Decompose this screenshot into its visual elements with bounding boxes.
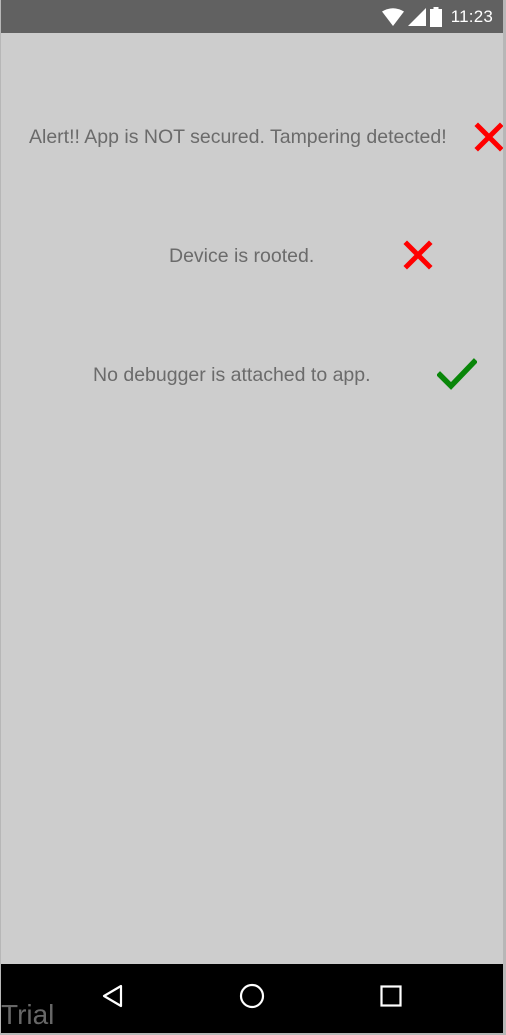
navigation-bar: Trial <box>1 964 503 1033</box>
trial-watermark: Trial <box>1 999 55 1030</box>
back-button[interactable] <box>93 978 133 1018</box>
app-screen: 11:23 Alert!! App is NOT secured. Tamper… <box>1 0 503 1033</box>
debugger-check-row: No debugger is attached to app. <box>93 357 371 393</box>
status-icons: 11:23 <box>381 5 493 29</box>
back-icon <box>101 984 125 1013</box>
green-check-icon <box>437 358 477 390</box>
wifi-icon <box>381 8 404 26</box>
recents-icon <box>380 984 402 1012</box>
red-x-icon <box>403 240 433 270</box>
recents-button[interactable] <box>371 978 411 1018</box>
home-icon <box>239 983 265 1014</box>
status-time: 11:23 <box>450 7 493 26</box>
cell-signal-icon <box>407 8 426 26</box>
debugger-check-text: No debugger is attached to app. <box>93 363 371 386</box>
root-check-row: Device is rooted. <box>169 238 314 274</box>
status-bar: 11:23 <box>1 0 503 33</box>
red-x-icon <box>474 122 503 152</box>
battery-icon <box>429 7 442 27</box>
home-button[interactable] <box>232 978 272 1018</box>
security-check-list: Alert!! App is NOT secured. Tampering de… <box>1 33 503 964</box>
tamper-check-row: Alert!! App is NOT secured. Tampering de… <box>29 119 447 155</box>
tamper-check-text: Alert!! App is NOT secured. Tampering de… <box>29 125 447 148</box>
root-check-text: Device is rooted. <box>169 244 315 267</box>
